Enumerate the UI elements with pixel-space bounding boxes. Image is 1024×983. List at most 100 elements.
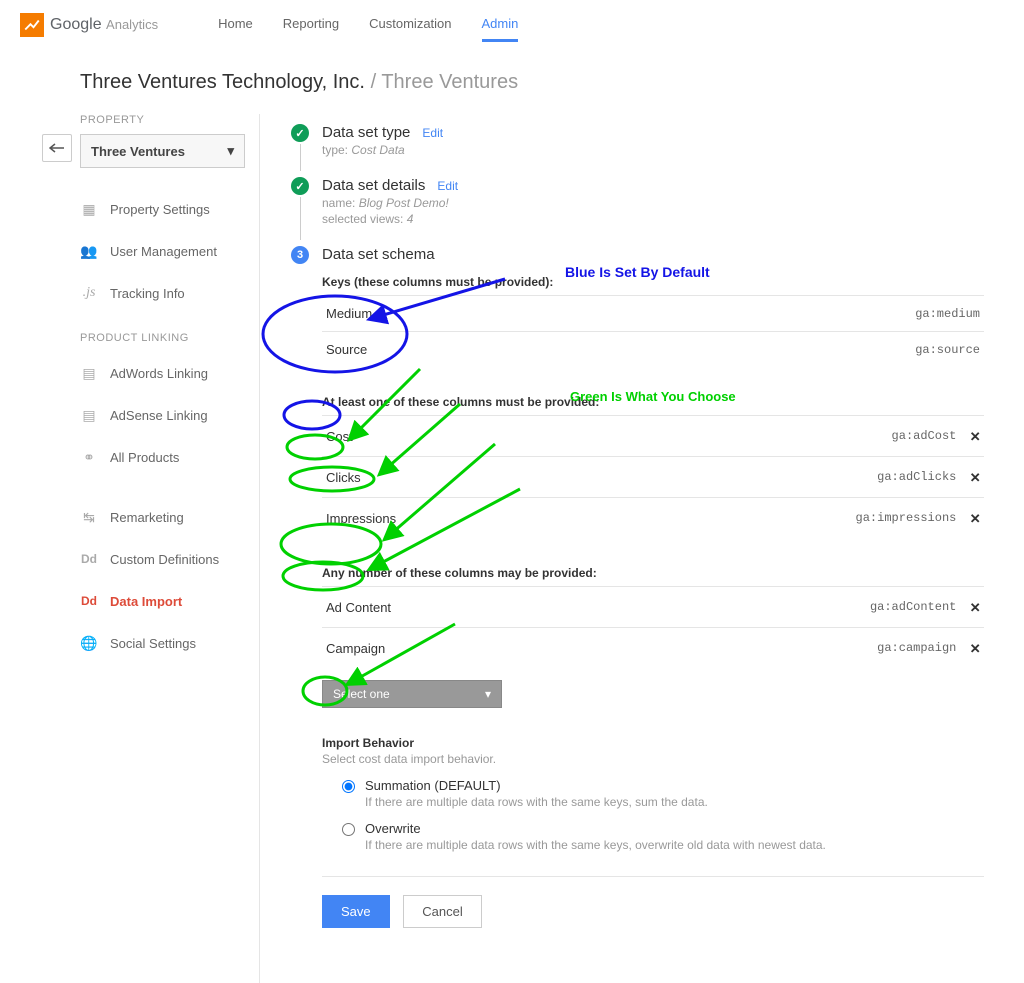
step-details: ✓ Data set details Edit name: Blog Post … [290, 177, 984, 242]
remove-adcontent-button[interactable]: ✕ [970, 597, 980, 617]
schema-row-source: Source ga:source [322, 331, 984, 367]
nav-home[interactable]: Home [218, 8, 253, 42]
chevron-down-icon: ▾ [485, 687, 491, 701]
sidebar-user-management[interactable]: 👥 User Management [80, 230, 259, 272]
schema-label: Cost [326, 429, 353, 444]
cancel-button[interactable]: Cancel [403, 895, 481, 928]
back-arrow-icon [49, 143, 65, 153]
breadcrumb: Three Ventures Technology, Inc. / Three … [0, 51, 1024, 114]
property-selector[interactable]: Three Ventures ▾ [80, 134, 245, 168]
logo-text: Google Analytics [50, 16, 158, 34]
step-number-badge: 3 [291, 246, 309, 264]
radio-overwrite[interactable] [342, 823, 355, 836]
step-schema: 3 Data set schema Keys (these columns mu… [290, 246, 984, 944]
logo-main: Google [50, 16, 102, 33]
remarketing-icon: ↹ [80, 508, 98, 526]
any-heading: Any number of these columns may be provi… [322, 566, 984, 580]
schema-label: Campaign [326, 641, 385, 656]
product-linking-label: PRODUCT LINKING [80, 332, 259, 344]
link-icon: ⚭ [80, 448, 98, 466]
sidebar-item-label: User Management [110, 244, 217, 259]
radio-overwrite-row: Overwrite If there are multiple data row… [342, 821, 984, 852]
radio-summation[interactable] [342, 780, 355, 793]
back-button[interactable] [42, 134, 72, 162]
schema-code: ga:source [915, 343, 980, 357]
sidebar-social-settings[interactable]: 🌐 Social Settings [80, 622, 259, 664]
schema-label: Impressions [326, 511, 396, 526]
radio-overwrite-hint: If there are multiple data rows with the… [365, 838, 826, 852]
schema-code: ga:adClicks [877, 470, 956, 484]
nav-admin[interactable]: Admin [482, 8, 519, 42]
schema-code: ga:campaign [877, 641, 956, 655]
sidebar-item-label: Social Settings [110, 636, 196, 651]
annotation-green-text: Green Is What You Choose [570, 389, 736, 404]
radio-summation-label: Summation (DEFAULT) [365, 778, 708, 793]
sidebar-item-label: AdWords Linking [110, 366, 208, 381]
remove-campaign-button[interactable]: ✕ [970, 638, 980, 658]
schema-row-cost: Cost ga:adCost ✕ [322, 415, 984, 456]
breadcrumb-sub: / Three Ventures [371, 71, 519, 93]
step-title-text: Data set type [322, 124, 410, 141]
sidebar-adsense-linking[interactable]: ▤ AdSense Linking [80, 394, 259, 436]
remove-clicks-button[interactable]: ✕ [970, 467, 980, 487]
sidebar-item-label: Custom Definitions [110, 552, 219, 567]
sidebar-adwords-linking[interactable]: ▤ AdWords Linking [80, 352, 259, 394]
sidebar-remarketing[interactable]: ↹ Remarketing [80, 496, 259, 538]
button-row: Save Cancel [322, 876, 984, 928]
sidebar-custom-definitions[interactable]: Dd Custom Definitions [80, 538, 259, 580]
step-type-meta: type: Cost Data [322, 143, 984, 157]
schema-label: Source [326, 342, 367, 357]
schema-row-campaign: Campaign ga:campaign ✕ [322, 627, 984, 668]
logo-icon [20, 13, 44, 37]
nav-reporting[interactable]: Reporting [283, 8, 339, 42]
dd-icon: Dd [80, 550, 98, 568]
logo: Google Analytics [20, 13, 158, 37]
import-behavior-desc: Select cost data import behavior. [322, 752, 984, 766]
top-header: Google Analytics Home Reporting Customiz… [0, 0, 1024, 51]
save-button[interactable]: Save [322, 895, 390, 928]
select-one-dropdown[interactable]: Select one ▾ [322, 680, 502, 708]
schema-code: ga:adContent [870, 600, 956, 614]
nav-customization[interactable]: Customization [369, 8, 451, 42]
radio-overwrite-label: Overwrite [365, 821, 826, 836]
adsense-icon: ▤ [80, 406, 98, 424]
js-icon: .js [80, 284, 98, 302]
sidebar-item-label: Remarketing [110, 510, 184, 525]
step-done-icon: ✓ [291, 177, 309, 195]
schema-row-clicks: Clicks ga:adClicks ✕ [322, 456, 984, 497]
import-behavior-title: Import Behavior [322, 736, 984, 750]
sidebar-tracking-info[interactable]: .js Tracking Info [80, 272, 259, 314]
property-label: PROPERTY [80, 114, 259, 126]
sidebar-item-label: Property Settings [110, 202, 210, 217]
schema-label: Ad Content [326, 600, 391, 615]
radio-summation-hint: If there are multiple data rows with the… [365, 795, 708, 809]
step-title-text: Data set details [322, 177, 425, 194]
schema-row-adcontent: Ad Content ga:adContent ✕ [322, 586, 984, 627]
chevron-down-icon: ▾ [227, 143, 234, 159]
adwords-icon: ▤ [80, 364, 98, 382]
sidebar-data-import[interactable]: Dd Data Import [80, 580, 259, 622]
step-details-views: selected views: 4 [322, 212, 984, 226]
edit-type-link[interactable]: Edit [422, 126, 443, 140]
people-icon: 👥 [80, 242, 98, 260]
sidebar-item-label: AdSense Linking [110, 408, 208, 423]
main-nav: Home Reporting Customization Admin [218, 8, 518, 42]
step-details-name: name: Blog Post Demo! [322, 196, 984, 210]
schema-code: ga:impressions [856, 511, 957, 525]
schema-label: Clicks [326, 470, 361, 485]
schema-label: Medium [326, 306, 372, 321]
edit-details-link[interactable]: Edit [437, 179, 458, 193]
grid-icon: ▦ [80, 200, 98, 218]
globe-icon: 🌐 [80, 634, 98, 652]
sidebar-item-label: Data Import [110, 594, 182, 609]
remove-impressions-button[interactable]: ✕ [970, 508, 980, 528]
radio-summation-row: Summation (DEFAULT) If there are multipl… [342, 778, 984, 809]
sidebar-all-products[interactable]: ⚭ All Products [80, 436, 259, 478]
remove-cost-button[interactable]: ✕ [970, 426, 980, 446]
breadcrumb-main: Three Ventures Technology, Inc. [80, 71, 365, 93]
annotation-blue-text: Blue Is Set By Default [565, 264, 710, 280]
schema-row-medium: Medium ga:medium [322, 295, 984, 331]
sidebar-property-settings[interactable]: ▦ Property Settings [80, 188, 259, 230]
schema-code: ga:adCost [892, 429, 957, 443]
step-done-icon: ✓ [291, 124, 309, 142]
